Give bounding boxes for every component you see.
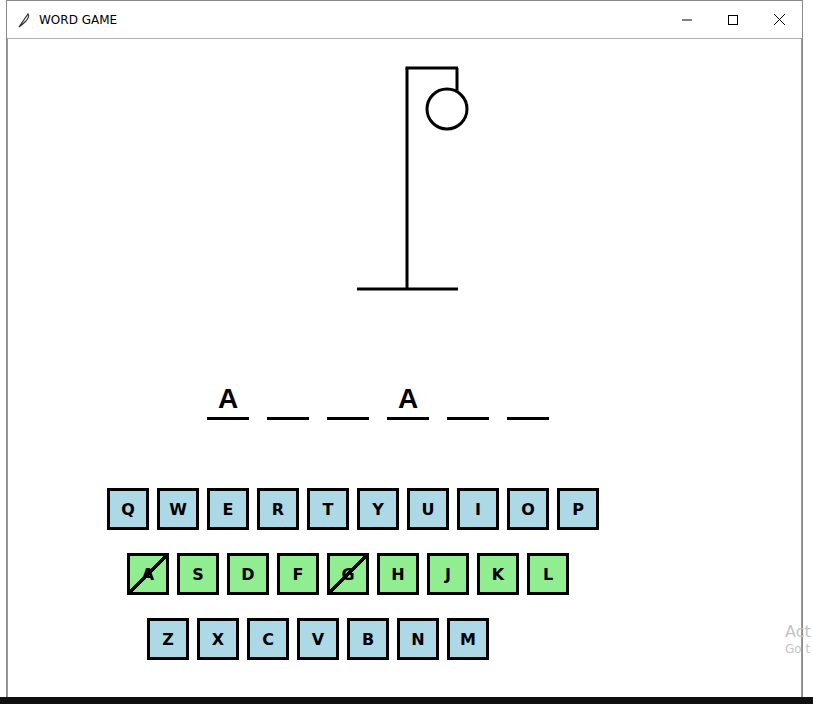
game-canvas: AAQWERTYUIOPASDFGHJKLZXCVBNM <box>7 38 802 697</box>
letter-key[interactable]: R <box>257 488 299 530</box>
letter-key[interactable]: F <box>277 553 319 595</box>
letter-key[interactable]: K <box>477 553 519 595</box>
minimize-icon <box>682 15 692 25</box>
letter-key[interactable]: W <box>157 488 199 530</box>
letter-slot <box>507 383 549 420</box>
letter-slot <box>267 383 309 420</box>
letter-key[interactable]: A <box>127 553 169 595</box>
keyboard-row: ASDFGHJKL <box>127 553 599 595</box>
letter-slot <box>447 383 489 420</box>
letter-key[interactable]: L <box>527 553 569 595</box>
letter-key[interactable]: B <box>347 618 389 660</box>
window-title: WORD GAME <box>39 13 117 27</box>
watermark-line: Act <box>785 622 811 642</box>
letter-key[interactable]: D <box>227 553 269 595</box>
keyboard-row: QWERTYUIOP <box>107 488 599 530</box>
letter-slot <box>327 383 369 420</box>
activation-watermark: ActGo t <box>785 622 811 657</box>
screen: WORD GAMEAAQWERTYUIOPASDFGHJKLZXCVBNMAct… <box>0 0 813 704</box>
gallows-drawing <box>350 60 470 300</box>
maximize-button[interactable] <box>710 1 756 38</box>
letter-key[interactable]: Z <box>147 618 189 660</box>
watermark-line: Go t <box>785 642 811 657</box>
close-button[interactable] <box>756 1 802 38</box>
letter-key[interactable]: M <box>447 618 489 660</box>
letter-key[interactable]: C <box>247 618 289 660</box>
slot-letter: A <box>398 383 418 415</box>
keyboard-row: ZXCVBNM <box>147 618 599 660</box>
letter-key[interactable]: S <box>177 553 219 595</box>
desktop: WORD GAMEAAQWERTYUIOPASDFGHJKLZXCVBNM <box>0 0 813 697</box>
gallows-rope <box>456 68 459 92</box>
letter-key[interactable]: O <box>507 488 549 530</box>
letter-key[interactable]: G <box>327 553 369 595</box>
feather-icon <box>17 12 31 28</box>
letter-key[interactable]: N <box>397 618 439 660</box>
gallows-pole <box>406 68 409 289</box>
letter-key[interactable]: X <box>197 618 239 660</box>
letter-key[interactable]: V <box>297 618 339 660</box>
window-controls <box>664 1 802 38</box>
letter-key[interactable]: Q <box>107 488 149 530</box>
letter-key[interactable]: T <box>307 488 349 530</box>
letter-key[interactable]: I <box>457 488 499 530</box>
maximize-icon <box>728 15 738 25</box>
slot-underline <box>267 417 309 420</box>
letter-key[interactable]: J <box>427 553 469 595</box>
letter-slot: A <box>387 383 429 420</box>
word-slots: AA <box>207 383 549 420</box>
gallows-beam <box>406 67 459 70</box>
slot-underline <box>327 417 369 420</box>
letter-slot: A <box>207 383 249 420</box>
title-bar[interactable]: WORD GAME <box>7 1 802 38</box>
game-window: WORD GAMEAAQWERTYUIOPASDFGHJKLZXCVBNM <box>6 0 803 697</box>
slot-underline <box>507 417 549 420</box>
slot-underline <box>387 417 429 420</box>
letter-key[interactable]: Y <box>357 488 399 530</box>
head <box>427 89 467 129</box>
slot-letter: A <box>218 383 238 415</box>
letter-key[interactable]: H <box>377 553 419 595</box>
keyboard: QWERTYUIOP ASDFGHJKL ZXCVBNM <box>8 488 599 660</box>
letter-key[interactable]: U <box>407 488 449 530</box>
letter-key[interactable]: E <box>207 488 249 530</box>
slot-underline <box>447 417 489 420</box>
letter-key[interactable]: P <box>557 488 599 530</box>
close-icon <box>774 14 785 25</box>
minimize-button[interactable] <box>664 1 710 38</box>
slot-underline <box>207 417 249 420</box>
taskbar <box>0 697 813 704</box>
